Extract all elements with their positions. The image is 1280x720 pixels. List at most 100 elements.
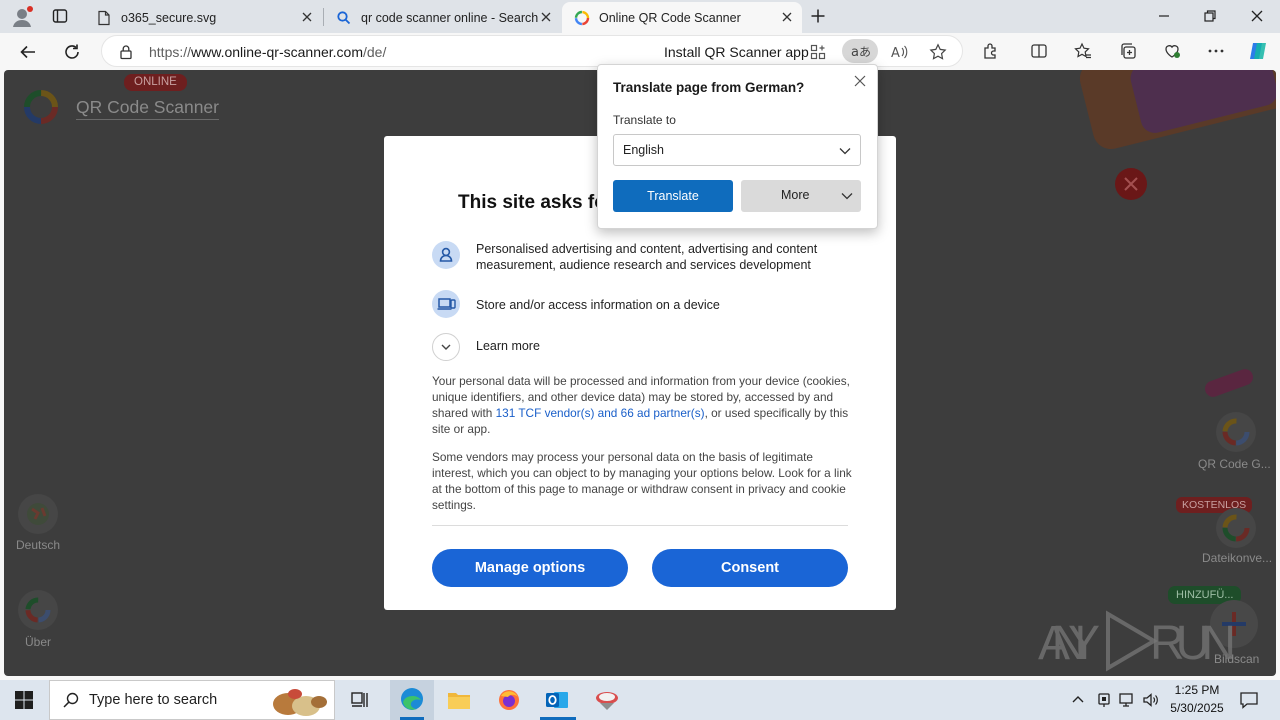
learn-more-link[interactable]: Learn more: [476, 339, 540, 353]
online-badge: ONLINE: [124, 74, 187, 91]
about-label[interactable]: Über: [8, 635, 68, 649]
device-icon: [432, 290, 460, 318]
notifications-icon[interactable]: [1239, 690, 1259, 710]
split-screen-icon[interactable]: [1030, 42, 1048, 60]
url-host: www.online-qr-scanner.com: [191, 44, 363, 60]
svg-text:A: A: [891, 46, 900, 61]
svg-text:a: a: [851, 45, 859, 60]
ethernet-icon[interactable]: [1118, 691, 1136, 709]
consent-title: This site asks fo: [458, 192, 606, 213]
edge-taskbar-item[interactable]: [390, 680, 434, 720]
favorites-icon[interactable]: [1074, 42, 1092, 60]
tab-actions-icon[interactable]: [52, 8, 68, 24]
translate-button[interactable]: Translate: [613, 180, 733, 212]
collections-icon[interactable]: [1119, 42, 1137, 60]
url-text: https://www.online-qr-scanner.com/de/: [149, 44, 386, 60]
search-icon: [336, 10, 352, 26]
search-icon: [62, 691, 80, 709]
consent-button[interactable]: Consent: [652, 549, 848, 587]
tab-title: qr code scanner online - Search: [361, 10, 539, 25]
vendors-link[interactable]: 131 TCF vendor(s) and 66 ad partner(s): [496, 406, 705, 420]
network-status-icon[interactable]: [1096, 691, 1112, 709]
tab-title: Online QR Code Scanner: [599, 10, 741, 25]
close-circle-icon[interactable]: [1115, 168, 1147, 200]
tab-strip: o365_secure.svg qr code scanner online -…: [0, 0, 1280, 33]
manage-options-button[interactable]: Manage options: [432, 549, 628, 587]
side-decoration: [1202, 366, 1256, 400]
person-icon: [432, 241, 460, 269]
restore-icon[interactable]: [1203, 9, 1217, 23]
svg-text:ANY: ANY: [1038, 617, 1100, 670]
app-icon[interactable]: [594, 688, 620, 712]
translate-popup: Translate page from German? Translate to…: [597, 64, 878, 229]
favorite-star-icon[interactable]: [929, 43, 947, 61]
more-button[interactable]: More: [741, 180, 861, 212]
tab-qr-search[interactable]: qr code scanner online - Search: [324, 2, 561, 33]
svg-text:あ: あ: [859, 45, 871, 59]
close-tab-icon[interactable]: [780, 10, 794, 24]
file-explorer-icon[interactable]: [447, 689, 471, 711]
url-scheme: https://: [149, 44, 192, 60]
qr-generator-icon[interactable]: [1216, 412, 1256, 452]
more-menu-icon[interactable]: [1207, 42, 1225, 60]
about-icon[interactable]: [18, 590, 58, 630]
translate-title: Translate page from German?: [613, 80, 805, 95]
new-tab-icon[interactable]: [810, 8, 826, 24]
file-converter-label[interactable]: Dateikonve...: [1202, 551, 1276, 565]
language-label[interactable]: Deutsch: [8, 538, 68, 552]
extensions-icon[interactable]: [982, 42, 1000, 60]
purpose-store-access: Store and/or access information on a dev…: [476, 298, 720, 312]
install-app-icon[interactable]: [810, 44, 826, 60]
site-logo-text[interactable]: QR Code Scanner: [76, 97, 219, 120]
search-placeholder: Type here to search: [89, 692, 218, 708]
volume-icon[interactable]: [1142, 691, 1160, 709]
back-icon[interactable]: [18, 42, 38, 62]
anyrun-watermark: ANY RUN: [1038, 610, 1274, 672]
close-icon[interactable]: [853, 74, 867, 88]
chevron-down-icon: [838, 144, 852, 158]
svg-text:RUN: RUN: [1150, 617, 1236, 670]
chevron-up-icon[interactable]: [1071, 692, 1085, 706]
translate-icon[interactable]: aあ: [842, 39, 878, 63]
tab-online-qr-scanner[interactable]: Online QR Code Scanner: [562, 2, 802, 33]
minimize-icon[interactable]: [1157, 9, 1171, 23]
clock-time[interactable]: 1:25 PM: [1164, 683, 1230, 697]
task-view-icon[interactable]: [350, 690, 370, 710]
tab-title: o365_secure.svg: [121, 10, 217, 25]
profile-icon[interactable]: [10, 5, 34, 29]
search-highlight-icon: [264, 684, 334, 718]
divider: [432, 525, 848, 526]
site-logo-icon[interactable]: [22, 88, 60, 126]
taskbar: Type here to search 1:25 PM 5/30/2025: [0, 680, 1280, 720]
close-tab-icon[interactable]: [300, 10, 314, 24]
qr-generator-label[interactable]: QR Code G...: [1198, 457, 1276, 471]
translate-to-label: Translate to: [613, 113, 676, 127]
url-path: /de/: [363, 44, 387, 60]
lock-icon[interactable]: [119, 44, 133, 60]
chevron-down-icon[interactable]: [432, 333, 460, 361]
consent-paragraph-1: Your personal data will be processed and…: [432, 373, 852, 437]
close-tab-icon[interactable]: [539, 10, 553, 24]
taskbar-search[interactable]: Type here to search: [49, 680, 335, 720]
file-icon: [96, 10, 112, 26]
clock-date[interactable]: 5/30/2025: [1164, 701, 1230, 715]
chevron-down-icon: [840, 189, 854, 203]
purpose-advertising: Personalised advertising and content, ad…: [476, 242, 818, 272]
windows-start-icon[interactable]: [14, 690, 34, 710]
close-window-icon[interactable]: [1250, 9, 1264, 23]
firefox-icon[interactable]: [497, 688, 521, 712]
file-converter-icon[interactable]: [1216, 508, 1256, 548]
selected-language: English: [623, 143, 664, 157]
tab-o365-secure[interactable]: o365_secure.svg: [84, 2, 322, 33]
language-select[interactable]: English: [613, 134, 861, 166]
refresh-icon[interactable]: [62, 42, 82, 62]
install-app-label[interactable]: Install QR Scanner app: [664, 44, 809, 60]
copilot-icon[interactable]: [1247, 40, 1269, 62]
read-aloud-icon[interactable]: A: [890, 43, 908, 61]
site-favicon-icon: [574, 10, 590, 26]
language-globe-icon[interactable]: [18, 494, 58, 534]
address-bar[interactable]: https://www.online-qr-scanner.com/de/ In…: [101, 35, 963, 67]
outlook-icon[interactable]: [545, 688, 569, 712]
consent-paragraph-2: Some vendors may process your personal d…: [432, 450, 852, 512]
browser-essentials-icon[interactable]: [1163, 42, 1181, 60]
